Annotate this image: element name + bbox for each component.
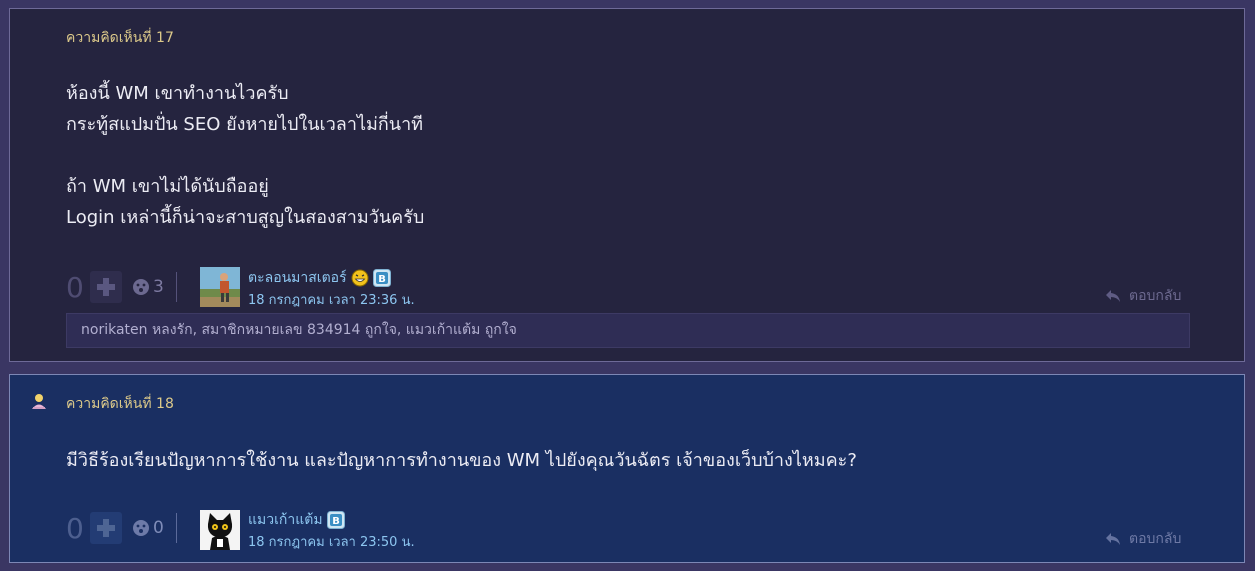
vote-bar: 0 0 bbox=[66, 511, 177, 545]
reply-label: ตอบกลับ bbox=[1129, 288, 1182, 304]
plus-icon bbox=[97, 278, 115, 296]
grin-emoji-icon bbox=[351, 269, 369, 287]
reply-button[interactable]: ตอบกลับ bbox=[1105, 285, 1181, 307]
divider bbox=[175, 272, 177, 302]
emotion-face-icon bbox=[133, 520, 149, 536]
comment-18: ความคิดเห็นที่ 18 มีวิธีร้องเรียนปัญหากา… bbox=[9, 374, 1245, 563]
comment-line: ห้องนี้ WM เขาทำงานไวครับ bbox=[66, 83, 289, 104]
timestamp: 18 กรกฎาคม เวลา 23:36 น. bbox=[248, 293, 415, 308]
bloggang-b-icon[interactable]: B bbox=[372, 269, 391, 287]
svg-text:B: B bbox=[332, 516, 340, 527]
comment-body: ห้องนี้ WM เขาทำงานไวครับ กระทู้สแปมปั่น… bbox=[66, 78, 424, 233]
divider bbox=[175, 513, 177, 543]
comment-body: มีวิธีร้องเรียนปัญหาการใช้งาน และปัญหากา… bbox=[66, 445, 857, 476]
comment-line: ถ้า WM เขาไม่ได้นับถืออยู่ bbox=[66, 176, 269, 197]
comment-number: ความคิดเห็นที่ 17 bbox=[66, 30, 174, 46]
plus-icon bbox=[97, 519, 115, 537]
emotion-button[interactable]: 0 bbox=[132, 518, 164, 538]
author: แมวเก้าแต้ม B bbox=[248, 509, 345, 531]
avatar-image bbox=[200, 267, 240, 307]
timestamp: 18 กรกฎาคม เวลา 23:50 น. bbox=[248, 535, 415, 550]
emotion-count: 3 bbox=[153, 277, 164, 297]
reply-arrow-icon bbox=[1106, 533, 1120, 545]
reply-label: ตอบกลับ bbox=[1129, 531, 1182, 547]
comment-17: ความคิดเห็นที่ 17 ห้องนี้ WM เขาทำงานไวค… bbox=[9, 8, 1245, 362]
vote-bar: 0 3 bbox=[66, 270, 177, 304]
emotion-button[interactable]: 3 bbox=[132, 277, 164, 297]
vote-count: 0 bbox=[66, 511, 84, 545]
comment-line: กระทู้สแปมปั่น SEO ยังหายไปในเวลาไม่กี่น… bbox=[66, 114, 424, 135]
author: ตะลอนมาสเตอร์ B bbox=[248, 267, 391, 289]
avatar-image bbox=[200, 510, 240, 550]
topic-owner-icon bbox=[32, 394, 46, 409]
comment-number: ความคิดเห็นที่ 18 bbox=[66, 396, 174, 412]
comment-line: มีวิธีร้องเรียนปัญหาการใช้งาน และปัญหากา… bbox=[66, 450, 857, 471]
reply-button[interactable]: ตอบกลับ bbox=[1105, 528, 1181, 550]
comment-line: Login เหล่านี้ก็น่าจะสาบสูญในสองสามวันคร… bbox=[66, 207, 425, 228]
emotion-face-icon bbox=[133, 279, 149, 295]
author-name-link[interactable]: ตะลอนมาสเตอร์ bbox=[248, 267, 347, 289]
vote-plus-button[interactable] bbox=[90, 271, 122, 303]
likers-bar: norikaten หลงรัก, สมาชิกหมายเลข 834914 ถ… bbox=[66, 313, 1190, 348]
avatar[interactable] bbox=[200, 267, 240, 307]
emotion-count: 0 bbox=[153, 518, 164, 538]
reply-arrow-icon bbox=[1106, 290, 1120, 302]
svg-text:B: B bbox=[378, 274, 386, 285]
vote-plus-button[interactable] bbox=[90, 512, 122, 544]
avatar[interactable] bbox=[200, 510, 240, 550]
vote-count: 0 bbox=[66, 270, 84, 304]
author-name-link[interactable]: แมวเก้าแต้ม bbox=[248, 509, 323, 531]
bloggang-b-icon[interactable]: B bbox=[326, 511, 345, 529]
